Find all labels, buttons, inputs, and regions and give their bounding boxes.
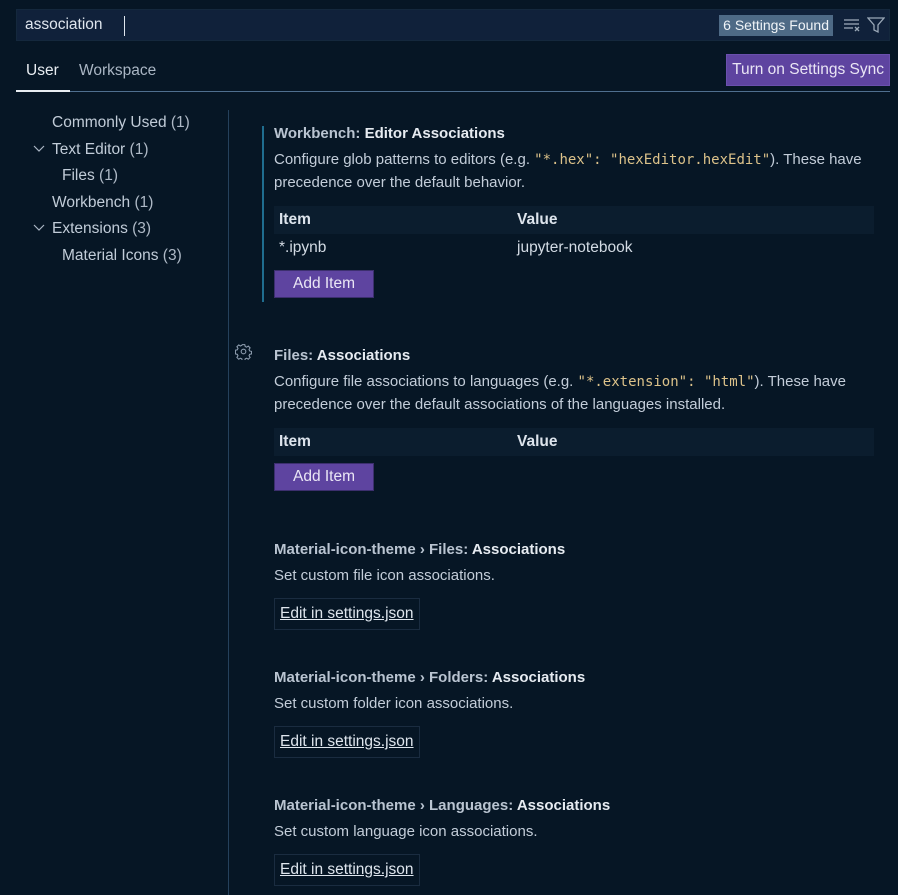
toc-count: (1) xyxy=(170,114,190,131)
setting-category: Material-icon-theme › Languages: xyxy=(274,797,517,814)
settings-editor: 6 Settings Found User Workspace Turn on … xyxy=(0,0,898,895)
toc-item-commonly-used[interactable]: Commonly Used (1) xyxy=(0,110,228,137)
text-caret xyxy=(124,16,125,36)
setting-title: Material-icon-theme › Files: Association… xyxy=(274,541,565,558)
settings-search-bar: 6 Settings Found xyxy=(16,9,890,41)
setting-key: Associations xyxy=(491,669,586,686)
toc-item-material-icons[interactable]: Material Icons (3) xyxy=(0,243,228,270)
table-row[interactable]: *.ipynb jupyter-notebook xyxy=(274,234,874,262)
setting-key: Associations xyxy=(316,347,411,364)
desc-code: "*.extension": "html" xyxy=(577,374,755,390)
setting-title: Workbench: Editor Associations xyxy=(274,125,505,142)
setting-workbench-editor-associations: Workbench: Editor Associations Configure… xyxy=(229,110,898,302)
column-header-value: Value xyxy=(517,211,558,228)
setting-material-languages-associations: Material-icon-theme › Languages: Associa… xyxy=(229,782,898,892)
setting-description: Set custom file icon associations. xyxy=(274,567,495,584)
toc-count: (3) xyxy=(132,220,152,237)
chevron-down-icon[interactable] xyxy=(32,137,46,163)
settings-search-input[interactable] xyxy=(17,10,720,40)
settings-scope-tabs: User Workspace Turn on Settings Sync xyxy=(16,54,890,92)
setting-files-associations: Files: Associations Configure file assoc… xyxy=(229,332,898,502)
toc-item-text-editor[interactable]: Text Editor (1) xyxy=(0,137,228,164)
toc-count: (1) xyxy=(99,167,118,184)
toc-label: Material Icons xyxy=(62,246,159,264)
tab-workspace[interactable]: Workspace xyxy=(79,62,156,80)
table-header: Item Value xyxy=(274,206,874,234)
setting-category: Material-icon-theme › Files: xyxy=(274,541,472,558)
toc-label: Extensions xyxy=(52,220,128,237)
setting-key: Associations xyxy=(516,797,611,814)
row-item: *.ipynb xyxy=(279,239,327,256)
desc-code: "*.hex": "hexEditor.hexEdit" xyxy=(534,152,771,168)
column-header-item: Item xyxy=(279,433,311,450)
add-item-button[interactable]: Add Item xyxy=(274,463,374,491)
setting-description: Configure glob patterns to editors (e.g.… xyxy=(274,149,874,194)
edit-in-settings-json-link[interactable]: Edit in settings.json xyxy=(274,726,420,758)
setting-material-files-associations: Material-icon-theme › Files: Association… xyxy=(229,526,898,636)
setting-category: Files: xyxy=(274,347,317,364)
setting-material-folders-associations: Material-icon-theme › Folders: Associati… xyxy=(229,654,898,764)
results-count-badge: 6 Settings Found xyxy=(719,14,833,36)
toc-item-workbench[interactable]: Workbench (1) xyxy=(0,190,228,217)
add-item-button[interactable]: Add Item xyxy=(274,270,374,298)
toc-label: Workbench xyxy=(52,193,131,211)
setting-description: Set custom language icon associations. xyxy=(274,823,538,840)
column-header-item: Item xyxy=(279,211,311,228)
toc-count: (1) xyxy=(134,193,154,211)
chevron-down-icon[interactable] xyxy=(32,216,46,242)
setting-title: Files: Associations xyxy=(274,347,410,364)
setting-title: Material-icon-theme › Folders: Associati… xyxy=(274,669,585,686)
toc-label: Files xyxy=(62,167,95,184)
tab-user[interactable]: User xyxy=(26,62,59,80)
setting-category: Material-icon-theme › Folders: xyxy=(274,669,492,686)
edit-in-settings-json-link[interactable]: Edit in settings.json xyxy=(274,598,420,630)
toc-item-files[interactable]: Files (1) xyxy=(0,163,228,190)
edit-in-settings-json-link[interactable]: Edit in settings.json xyxy=(274,854,420,886)
toc-label: Text Editor xyxy=(52,140,126,158)
row-value: jupyter-notebook xyxy=(517,239,633,256)
setting-description: Configure file associations to languages… xyxy=(274,371,874,416)
toc-item-extensions[interactable]: Extensions (3) xyxy=(0,216,228,243)
toc-count: (1) xyxy=(129,140,149,158)
filter-icon[interactable] xyxy=(865,14,887,36)
key-value-table: Item Value *.ipynb jupyter-notebook xyxy=(274,206,874,262)
settings-toc: Commonly Used (1) Text Editor (1) Files … xyxy=(0,110,228,269)
setting-description: Set custom folder icon associations. xyxy=(274,695,514,712)
turn-on-settings-sync-button[interactable]: Turn on Settings Sync xyxy=(726,54,890,86)
setting-key: Editor Associations xyxy=(364,125,505,142)
toc-label: Commonly Used xyxy=(52,114,167,131)
clear-filter-icon[interactable] xyxy=(841,14,863,36)
desc-text: Configure glob patterns to editors (e.g. xyxy=(274,151,535,168)
setting-category: Workbench: xyxy=(274,125,365,142)
desc-text: Configure file associations to languages… xyxy=(274,373,578,390)
column-header-value: Value xyxy=(517,433,558,450)
setting-key: Associations xyxy=(471,541,566,558)
active-tab-indicator xyxy=(16,90,70,92)
toc-count: (3) xyxy=(162,246,182,264)
setting-title: Material-icon-theme › Languages: Associa… xyxy=(274,797,610,814)
table-header: Item Value xyxy=(274,428,874,456)
key-value-table: Item Value xyxy=(274,428,874,456)
